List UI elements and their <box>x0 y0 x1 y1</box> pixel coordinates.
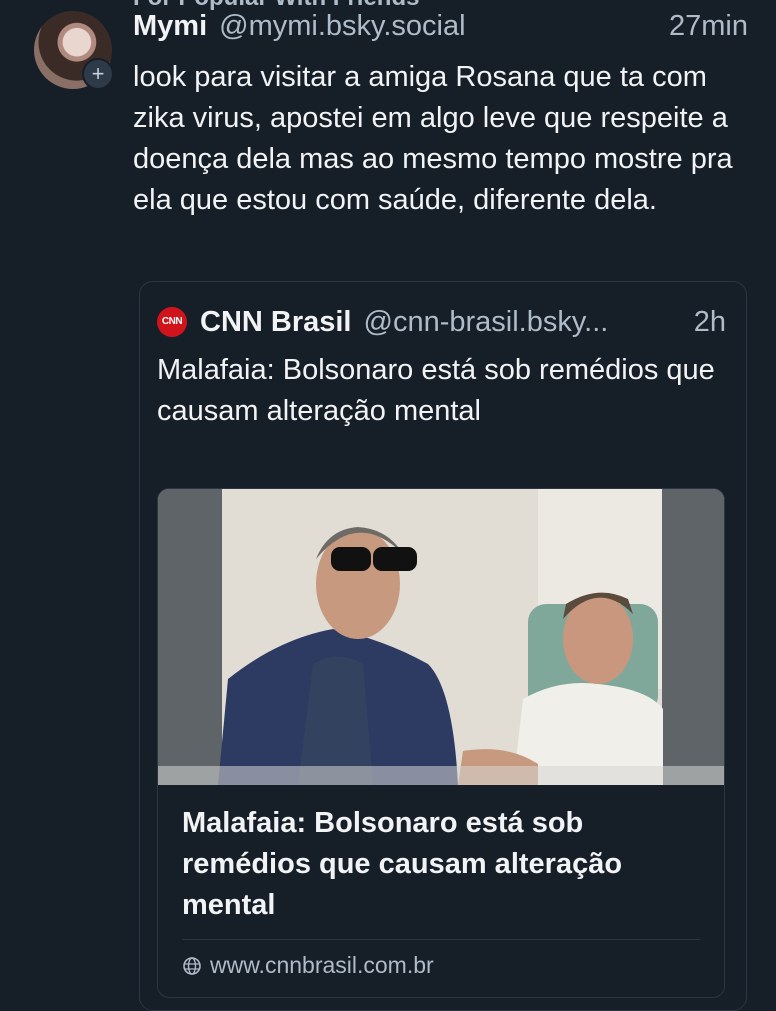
quoted-author-avatar: CNN <box>157 307 187 337</box>
link-preview-domain-text: www.cnnbrasil.com.br <box>210 952 434 978</box>
quoted-post[interactable]: CNN CNN Brasil @cnn-brasil.bsky... 2h Ma… <box>139 281 747 1011</box>
plus-icon[interactable]: + <box>82 58 114 90</box>
post-timestamp[interactable]: 27min <box>669 10 748 43</box>
link-preview-divider <box>182 939 700 940</box>
quoted-author-handle: @cnn-brasil.bsky... <box>363 305 609 338</box>
link-preview-title: Malafaia: Bolsonaro está sob remédios qu… <box>182 807 623 921</box>
quoted-author-name: CNN Brasil <box>200 305 352 338</box>
globe-icon <box>183 956 201 975</box>
author-handle[interactable]: @mymi.bsky.social <box>219 10 669 43</box>
post-text: look para visitar a amiga Rosana que ta … <box>133 61 733 216</box>
link-preview-thumbnail <box>158 489 724 785</box>
quoted-post-text: Malafaia: Bolsonaro está sob remédios qu… <box>157 354 715 427</box>
quoted-post-header: CNN CNN Brasil @cnn-brasil.bsky... 2h <box>157 302 726 342</box>
link-preview-card[interactable]: Malafaia: Bolsonaro está sob remédios qu… <box>157 488 725 998</box>
author-name[interactable]: Mymi <box>133 10 207 43</box>
author-avatar-button[interactable]: + <box>34 11 114 90</box>
post-header: Mymi @mymi.bsky.social 27min <box>133 10 748 48</box>
link-preview-domain: www.cnnbrasil.com.br <box>182 952 434 979</box>
quoted-post-timestamp: 2h <box>693 305 726 338</box>
